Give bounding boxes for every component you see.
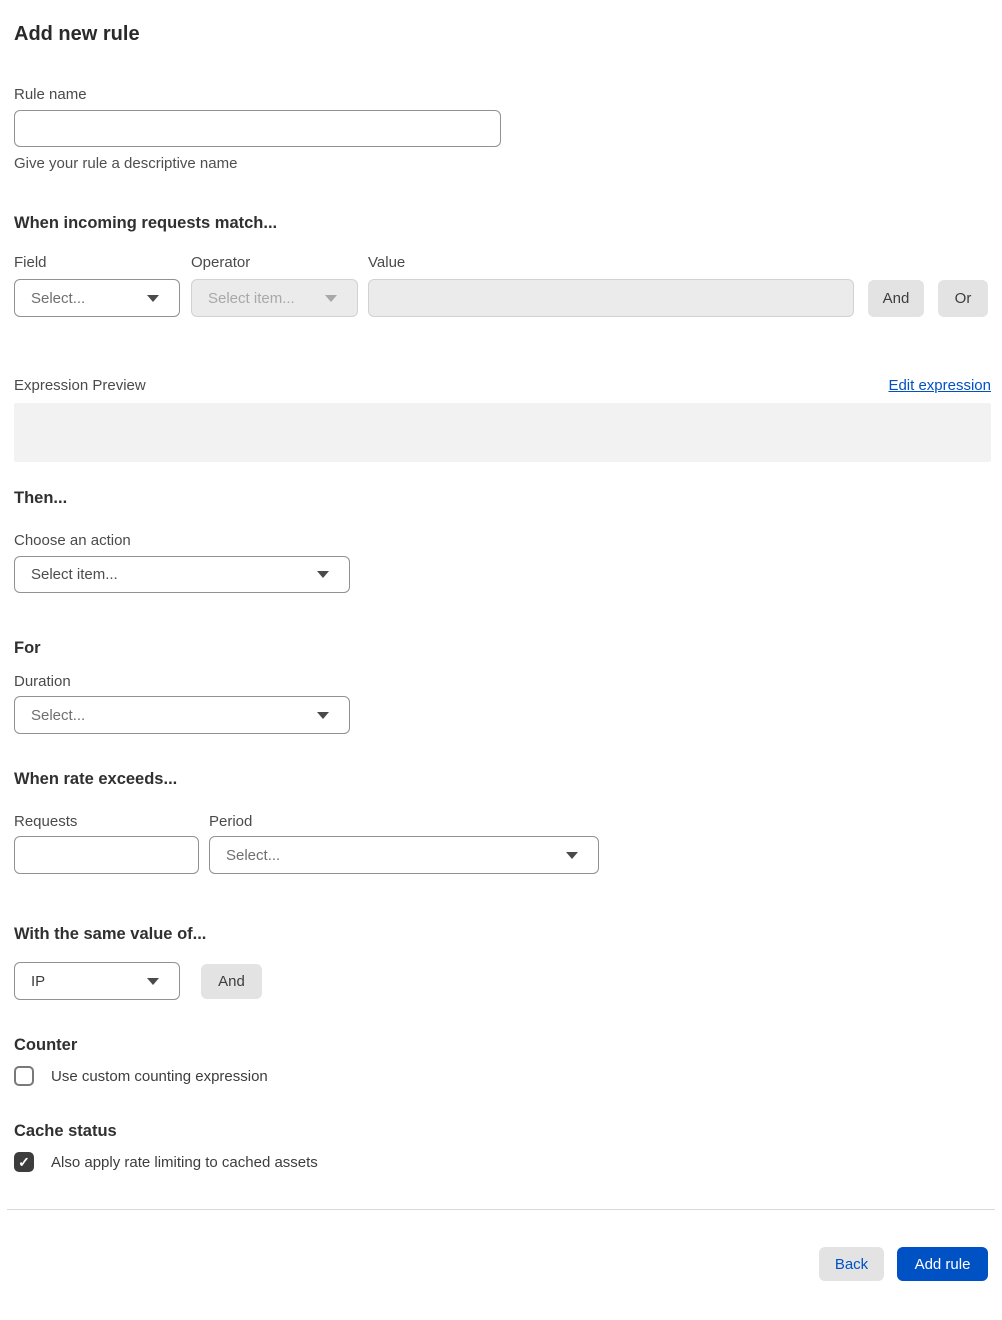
cached-assets-label: Also apply rate limiting to cached asset… bbox=[51, 1153, 318, 1171]
rule-name-input[interactable] bbox=[14, 110, 501, 147]
field-column: Field Select... bbox=[14, 252, 180, 317]
match-heading: When incoming requests match... bbox=[14, 214, 278, 232]
expression-preview-label: Expression Preview bbox=[14, 377, 146, 394]
period-dropdown-placeholder: Select... bbox=[226, 846, 281, 864]
chevron-down-icon bbox=[317, 711, 329, 719]
operator-dropdown-placeholder: Select item... bbox=[208, 289, 295, 307]
same-value-row: IP And bbox=[14, 962, 991, 1000]
requests-input[interactable] bbox=[14, 836, 199, 874]
field-dropdown[interactable]: Select... bbox=[14, 279, 180, 317]
custom-counting-checkbox[interactable]: ✓ bbox=[14, 1066, 34, 1086]
expression-header: Expression Preview Edit expression bbox=[14, 375, 991, 397]
chevron-down-icon bbox=[147, 977, 159, 985]
duration-dropdown-placeholder: Select... bbox=[31, 706, 86, 724]
cache-status-heading: Cache status bbox=[14, 1122, 117, 1140]
rate-row: Requests Period Select... bbox=[14, 811, 991, 874]
requests-label: Requests bbox=[14, 813, 78, 830]
chevron-down-icon bbox=[566, 851, 578, 859]
value-input bbox=[368, 279, 854, 317]
operator-label: Operator bbox=[191, 254, 251, 271]
field-label: Field bbox=[14, 254, 47, 271]
duration-label: Duration bbox=[14, 673, 71, 690]
counter-checkbox-row: ✓ Use custom counting expression bbox=[14, 1066, 991, 1086]
custom-counting-label: Use custom counting expression bbox=[51, 1067, 268, 1085]
period-column: Period Select... bbox=[209, 811, 599, 874]
footer-divider bbox=[7, 1209, 995, 1210]
duration-dropdown[interactable]: Select... bbox=[14, 696, 350, 734]
period-label: Period bbox=[209, 813, 253, 830]
edit-expression-link[interactable]: Edit expression bbox=[888, 375, 991, 397]
expression-preview-box bbox=[14, 403, 991, 462]
requests-column: Requests bbox=[14, 811, 199, 874]
period-dropdown[interactable]: Select... bbox=[209, 836, 599, 874]
same-value-heading: With the same value of... bbox=[14, 925, 207, 943]
chevron-down-icon bbox=[325, 294, 337, 302]
characteristic-dropdown-value: IP bbox=[31, 972, 46, 990]
page-title: Add new rule bbox=[14, 23, 140, 45]
for-heading: For bbox=[14, 639, 41, 657]
checkmark-icon: ✓ bbox=[18, 1154, 30, 1170]
value-column: Value bbox=[368, 252, 854, 317]
same-value-and-button[interactable]: And bbox=[201, 963, 262, 999]
chevron-down-icon bbox=[147, 294, 159, 302]
add-rule-form: Add new rule Rule name Give your rule a … bbox=[0, 20, 1002, 1281]
or-button[interactable]: Or bbox=[938, 280, 988, 317]
operator-column: Operator Select item... bbox=[191, 252, 358, 317]
match-condition-row: Field Select... Operator Select item... … bbox=[14, 252, 991, 317]
choose-action-label: Choose an action bbox=[14, 532, 131, 549]
rule-name-label: Rule name bbox=[14, 86, 87, 103]
back-button[interactable]: Back bbox=[819, 1247, 884, 1281]
cache-checkbox-row: ✓ Also apply rate limiting to cached ass… bbox=[14, 1152, 991, 1172]
chevron-down-icon bbox=[317, 571, 329, 578]
footer-actions: Back Add rule bbox=[14, 1247, 991, 1281]
then-heading: Then... bbox=[14, 489, 68, 507]
rule-name-helper: Give your rule a descriptive name bbox=[14, 155, 238, 172]
characteristic-dropdown[interactable]: IP bbox=[14, 962, 180, 1000]
counter-heading: Counter bbox=[14, 1036, 78, 1054]
rate-heading: When rate exceeds... bbox=[14, 770, 178, 788]
cached-assets-checkbox[interactable]: ✓ bbox=[14, 1152, 34, 1172]
action-dropdown-placeholder: Select item... bbox=[31, 566, 118, 583]
value-label: Value bbox=[368, 254, 406, 271]
action-dropdown[interactable]: Select item... bbox=[14, 556, 350, 593]
and-button[interactable]: And bbox=[868, 280, 924, 317]
rule-name-group: Rule name Give your rule a descriptive n… bbox=[14, 84, 991, 175]
add-rule-button[interactable]: Add rule bbox=[897, 1247, 988, 1281]
field-dropdown-placeholder: Select... bbox=[31, 289, 86, 307]
operator-dropdown: Select item... bbox=[191, 279, 358, 317]
